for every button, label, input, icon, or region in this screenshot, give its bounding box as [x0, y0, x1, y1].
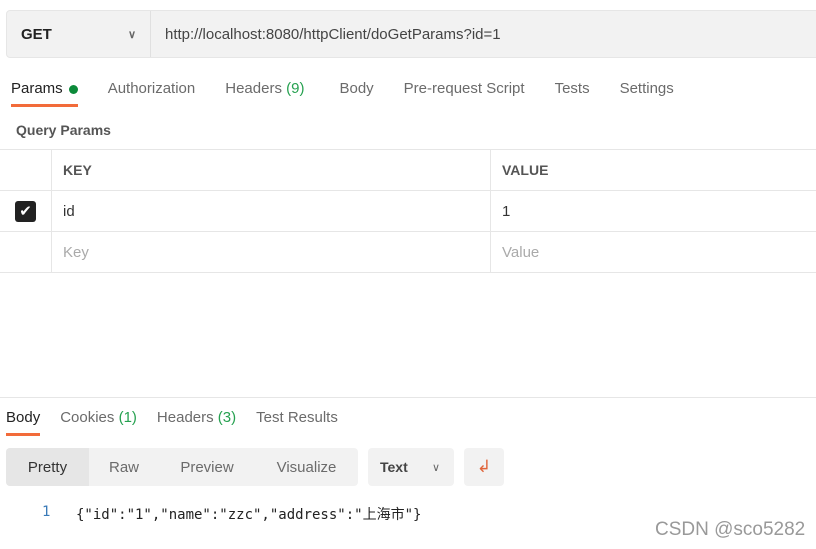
url-bar: GET ∨ http://localhost:8080/httpClient/do… — [6, 10, 816, 58]
checkbox-checked-icon[interactable]: ✔ — [15, 200, 36, 222]
tab-pre-request-script[interactable]: Pre-request Script — [404, 80, 525, 107]
key-input[interactable]: Key — [52, 232, 491, 272]
active-dot-icon — [68, 84, 78, 94]
tab-tests[interactable]: Tests — [555, 80, 590, 107]
query-params-title: Query Params — [16, 122, 111, 138]
request-tabs: Params Authorization Headers (9) Body Pr… — [11, 80, 674, 107]
tab-authorization[interactable]: Authorization — [108, 80, 196, 107]
chevron-down-icon: ∨ — [431, 461, 440, 474]
response-tabs: Body Cookies (1) Headers (3) Test Result… — [6, 409, 338, 436]
chevron-down-icon: ∨ — [127, 28, 136, 41]
tab-test-results[interactable]: Test Results — [256, 409, 338, 436]
table-row-empty: Key Value — [0, 231, 816, 273]
wrap-lines-icon[interactable]: ↲ — [464, 448, 504, 486]
view-preview[interactable]: Preview — [159, 448, 255, 486]
tab-cookies[interactable]: Cookies (1) — [60, 409, 137, 436]
tab-body[interactable]: Body — [339, 80, 373, 107]
view-visualize[interactable]: Visualize — [255, 448, 358, 486]
format-select[interactable]: Text ∨ — [368, 448, 454, 486]
view-pretty[interactable]: Pretty — [6, 448, 89, 486]
view-mode-toggle: Pretty Raw Preview Visualize — [6, 448, 358, 486]
params-header-row: KEY VALUE — [0, 149, 816, 190]
line-number: 1 — [42, 504, 51, 520]
watermark: CSDN @sco5282 — [655, 519, 806, 540]
method-select[interactable]: GET ∨ — [7, 11, 151, 57]
value-input[interactable]: Value — [491, 232, 539, 272]
tab-response-headers[interactable]: Headers (3) — [157, 409, 236, 436]
url-input[interactable]: http://localhost:8080/httpClient/doGetPa… — [151, 26, 501, 43]
view-raw[interactable]: Raw — [89, 448, 159, 486]
divider — [0, 397, 816, 398]
tab-response-body[interactable]: Body — [6, 409, 41, 436]
tab-params[interactable]: Params — [11, 80, 78, 107]
tab-headers[interactable]: Headers (9) — [225, 80, 304, 107]
response-body-text[interactable]: {"id":"1","name":"zzc","address":"上海市"} — [76, 504, 421, 524]
table-row: ✔ id 1 — [0, 190, 816, 231]
param-value[interactable]: 1 — [491, 191, 510, 231]
tab-settings[interactable]: Settings — [620, 80, 674, 107]
param-key[interactable]: id — [52, 191, 491, 231]
